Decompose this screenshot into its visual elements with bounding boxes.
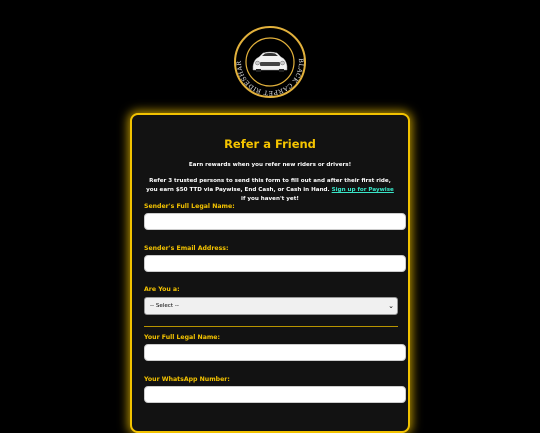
paywise-signup-link[interactable]: Sign up for Paywise (332, 187, 394, 193)
whatsapp-input[interactable] (144, 386, 406, 403)
sender-name-label: Sender's Full Legal Name: (144, 203, 235, 210)
are-you-select[interactable]: -- Select -- ⌄ (144, 297, 398, 315)
are-you-label: Are You a: (144, 286, 180, 293)
your-name-label: Your Full Legal Name: (144, 334, 220, 341)
section-divider (144, 326, 398, 327)
form-description: Refer 3 trusted persons to send this for… (146, 177, 394, 204)
your-name-input[interactable] (144, 344, 406, 361)
sender-name-input[interactable] (144, 213, 406, 230)
form-intro: Earn rewards when you refer new riders o… (188, 162, 352, 168)
sender-email-label: Sender's Email Address: (144, 245, 229, 252)
description-suffix: if you haven't yet! (241, 196, 299, 202)
referral-form-card: Refer a Friend Earn rewards when you ref… (130, 113, 410, 433)
sender-email-input[interactable] (144, 255, 406, 272)
chevron-down-icon: ⌄ (388, 302, 394, 310)
company-logo: BLACK CARPET RIDESHARE & LOGISTICS (234, 26, 306, 98)
form-title: Refer a Friend (224, 137, 316, 151)
whatsapp-label: Your WhatsApp Number: (144, 376, 230, 383)
are-you-selected-value: -- Select -- (150, 303, 179, 309)
